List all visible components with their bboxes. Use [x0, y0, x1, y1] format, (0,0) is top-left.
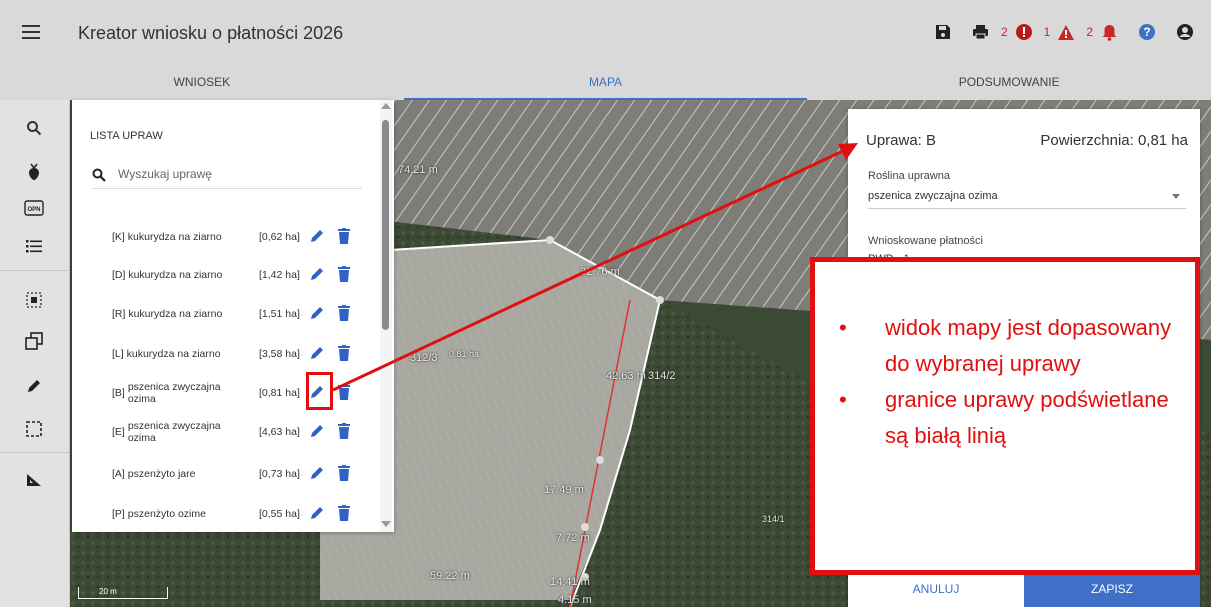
- callout-list: widok mapy jest dopasowany do wybranej u…: [835, 310, 1185, 454]
- callout-bullet: granice uprawy podświetlane są białą lin…: [835, 382, 1185, 454]
- callout-bullet: widok mapy jest dopasowany do wybranej u…: [835, 310, 1185, 382]
- annotation-callout: widok mapy jest dopasowany do wybranej u…: [810, 257, 1200, 575]
